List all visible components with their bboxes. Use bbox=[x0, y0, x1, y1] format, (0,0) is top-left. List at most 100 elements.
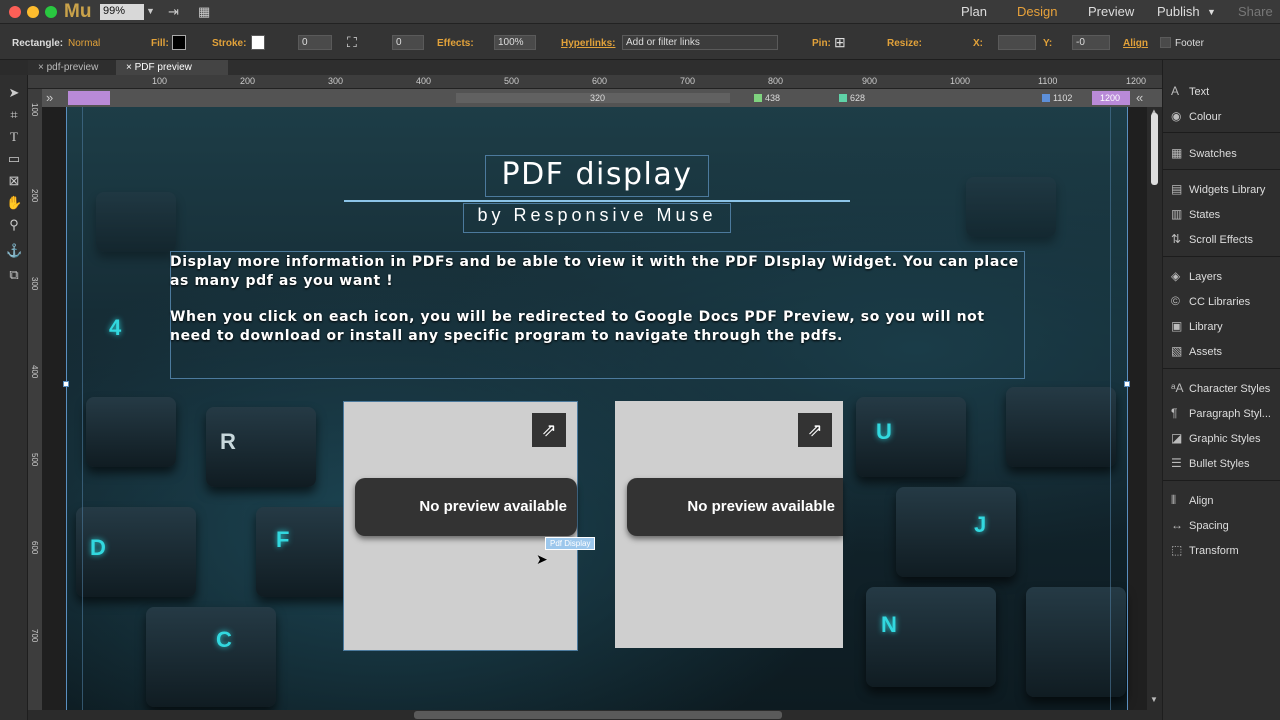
stroke-label: Stroke: bbox=[212, 38, 247, 49]
panel-transform[interactable]: ⬚ Transform bbox=[1171, 543, 1239, 559]
hyperlinks-select[interactable]: Add or filter links bbox=[622, 35, 778, 50]
nav-design[interactable]: Design bbox=[1017, 4, 1057, 19]
nav-share[interactable]: Share bbox=[1238, 4, 1273, 19]
panel-widgets-library[interactable]: ▤ Widgets Library bbox=[1171, 182, 1265, 198]
selection-type-label: Rectangle: bbox=[12, 38, 64, 49]
stroke-width-field[interactable]: 0 bbox=[298, 35, 332, 50]
breakpoint-a-marker[interactable] bbox=[754, 94, 762, 102]
page-subtitle[interactable]: by Responsive Muse bbox=[463, 205, 731, 226]
hand-tool-icon[interactable]: ✋ bbox=[6, 195, 22, 211]
selection-style-value[interactable]: Normal bbox=[68, 38, 100, 49]
keyboard-key bbox=[256, 507, 356, 597]
zoom-window-button[interactable] bbox=[45, 6, 57, 18]
selection-handle[interactable] bbox=[63, 381, 69, 387]
panel-label: Widgets Library bbox=[1189, 184, 1266, 196]
vertical-scrollbar[interactable]: ▲ ▼ bbox=[1147, 107, 1162, 710]
panel-align[interactable]: ⫴ Align bbox=[1171, 493, 1213, 509]
panel-character-styles[interactable]: ᵃA Character Styles bbox=[1171, 381, 1270, 397]
vertical-ruler: 100 200 300 400 500 600 700 bbox=[28, 89, 42, 710]
panel-library[interactable]: ▣ Library bbox=[1171, 319, 1223, 335]
fill-swatch[interactable] bbox=[172, 35, 186, 50]
opacity-field[interactable]: 100% bbox=[494, 35, 536, 50]
tab-pdf-preview[interactable]: × PDF preview bbox=[116, 60, 228, 75]
publish-dropdown-icon[interactable]: ▼ bbox=[1207, 7, 1216, 17]
close-tab-icon[interactable]: × bbox=[126, 62, 135, 73]
ruler-tick: 700 bbox=[30, 629, 39, 643]
panel-layers[interactable]: ◈ Layers bbox=[1171, 269, 1222, 285]
align-link[interactable]: Align bbox=[1123, 38, 1148, 49]
corner-radius-field[interactable]: 0 bbox=[392, 35, 424, 50]
close-tab-icon[interactable]: × bbox=[38, 62, 47, 73]
horizontal-scroll-thumb[interactable] bbox=[414, 711, 782, 719]
library-icon: ▣ bbox=[1171, 319, 1183, 333]
collapse-left-icon[interactable]: » bbox=[46, 90, 53, 105]
place-file-icon[interactable]: ⇥ bbox=[168, 4, 179, 20]
panel-label: Layers bbox=[1189, 271, 1223, 283]
zoom-level-field[interactable]: 99% bbox=[100, 4, 144, 20]
design-canvas[interactable]: R D F C 4 U N J PDF display by Responsiv… bbox=[42, 107, 1147, 710]
page-title[interactable]: PDF display bbox=[485, 157, 709, 192]
key-glyph: C bbox=[216, 627, 232, 652]
key-glyph: F bbox=[276, 527, 290, 552]
open-external-icon[interactable]: ⇗ bbox=[798, 413, 832, 447]
panel-states[interactable]: ▥ States bbox=[1171, 207, 1220, 223]
colour-icon: ◉ bbox=[1171, 109, 1182, 123]
panel-spacing[interactable]: ↔ Spacing bbox=[1171, 518, 1229, 534]
nav-plan[interactable]: Plan bbox=[961, 4, 987, 19]
panel-bullet-styles[interactable]: ☰ Bullet Styles bbox=[1171, 456, 1250, 472]
open-external-icon[interactable]: ⇗ bbox=[532, 413, 566, 447]
text-icon: A bbox=[1171, 84, 1180, 98]
collapse-right-icon[interactable]: « bbox=[1136, 90, 1143, 105]
x-field[interactable] bbox=[998, 35, 1036, 50]
frame-tool-icon[interactable]: ⊠ bbox=[6, 173, 22, 189]
rectangle-tool-icon[interactable]: ▭ bbox=[6, 151, 22, 167]
panel-paragraph-styles[interactable]: ¶ Paragraph Styl... bbox=[1171, 406, 1271, 422]
panel-scroll-effects[interactable]: ⇅ Scroll Effects bbox=[1171, 232, 1253, 248]
panel-swatches[interactable]: ▦ Swatches bbox=[1171, 146, 1237, 162]
panel-divider bbox=[1163, 368, 1280, 369]
zoom-tool-icon[interactable]: ⚲ bbox=[6, 217, 22, 233]
breakpoint-c-label: 1102 bbox=[1053, 93, 1073, 103]
tab-label: pdf-preview bbox=[46, 62, 99, 73]
pin-grid-icon[interactable]: ⊞ bbox=[834, 34, 846, 51]
panel-text[interactable]: A Text bbox=[1171, 84, 1209, 100]
hyperlinks-label: Hyperlinks: bbox=[561, 38, 616, 49]
minimize-window-button[interactable] bbox=[27, 6, 39, 18]
keyboard-key bbox=[1026, 587, 1126, 697]
crop-tool-icon[interactable]: ⌗ bbox=[6, 107, 22, 123]
key-glyph: J bbox=[974, 512, 987, 537]
states-icon: ▥ bbox=[1171, 207, 1183, 221]
zoom-dropdown-icon[interactable]: ▼ bbox=[146, 6, 155, 22]
view-menu-icon[interactable]: ▦ bbox=[198, 4, 210, 20]
nav-preview[interactable]: Preview bbox=[1088, 4, 1134, 19]
y-field[interactable]: -0 bbox=[1072, 35, 1110, 50]
stroke-swatch[interactable] bbox=[251, 35, 265, 50]
scroll-down-icon[interactable]: ▼ bbox=[1150, 695, 1158, 704]
footer-checkbox[interactable] bbox=[1160, 37, 1171, 48]
panel-label: Colour bbox=[1189, 111, 1222, 123]
selection-tool-icon[interactable]: ➤ bbox=[6, 85, 22, 101]
panel-cc-libraries[interactable]: © CC Libraries bbox=[1171, 294, 1250, 310]
panel-colour[interactable]: ◉ Colour bbox=[1171, 109, 1221, 125]
document-tabs: × pdf-preview × PDF preview bbox=[28, 60, 1162, 75]
vertical-scroll-thumb[interactable] bbox=[1151, 113, 1158, 185]
breakpoint-min-marker[interactable] bbox=[68, 91, 110, 105]
close-window-button[interactable] bbox=[9, 6, 21, 18]
panel-divider bbox=[1163, 480, 1280, 481]
panel-label: Bullet Styles bbox=[1189, 458, 1250, 470]
ruler-tick: 1100 bbox=[1038, 76, 1058, 86]
fill-stroke-icon[interactable]: ⧉ bbox=[6, 267, 22, 283]
horizontal-scrollbar[interactable] bbox=[28, 710, 1162, 720]
breakpoint-b-marker[interactable] bbox=[839, 94, 847, 102]
breakpoint-c-marker[interactable] bbox=[1042, 94, 1050, 102]
title-divider bbox=[344, 200, 850, 202]
panel-divider bbox=[1163, 132, 1280, 133]
selection-handle[interactable] bbox=[1124, 381, 1130, 387]
widget-tag-label: Pdf Display bbox=[545, 537, 596, 550]
panel-assets[interactable]: ▧ Assets bbox=[1171, 344, 1222, 360]
tab-pdf-preview-lower[interactable]: × pdf-preview bbox=[28, 60, 114, 75]
nav-publish[interactable]: Publish bbox=[1157, 4, 1200, 19]
anchor-tool-icon[interactable]: ⚓ bbox=[6, 243, 22, 259]
text-tool-icon[interactable]: T bbox=[6, 129, 22, 145]
panel-graphic-styles[interactable]: ◪ Graphic Styles bbox=[1171, 431, 1261, 447]
